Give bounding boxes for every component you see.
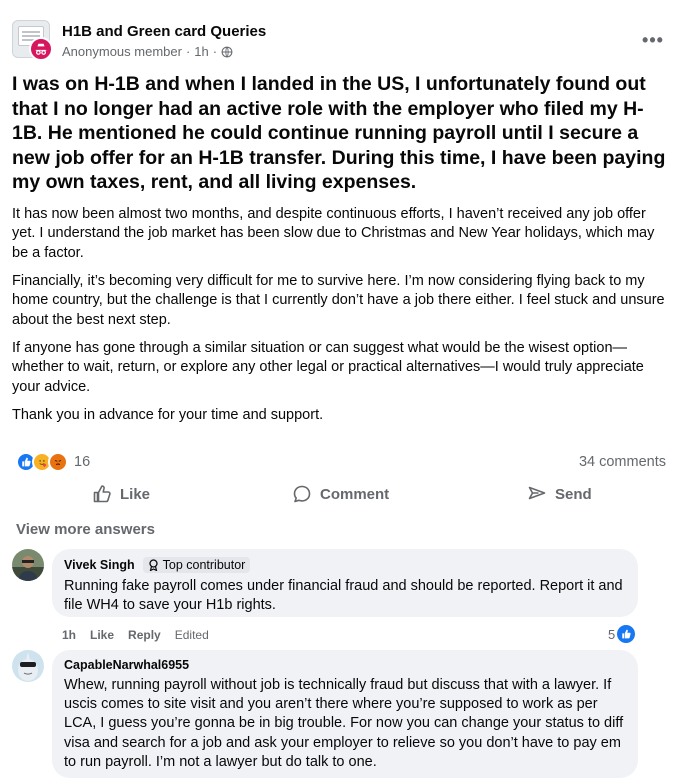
comment-button[interactable]: Comment	[292, 480, 389, 508]
post-paragraph: If anyone has gone through a similar sit…	[12, 340, 644, 395]
reactions-summary: 16 34 comments	[16, 452, 666, 474]
commenter-name[interactable]: CapableNarwhal6955	[64, 658, 189, 672]
anonymous-member-icon	[29, 37, 53, 61]
send-icon	[528, 486, 546, 500]
comment-item: Vivek Singh Top contributor Running fake…	[12, 549, 642, 649]
reaction-count[interactable]: 16	[74, 454, 90, 470]
send-button[interactable]: Send	[527, 480, 592, 508]
commenter-avatar[interactable]	[12, 650, 44, 682]
comments-count[interactable]: 34 comments	[579, 454, 666, 470]
top-contributor-badge[interactable]: Top contributor	[142, 557, 251, 573]
comment-bubble: CapableNarwhal6955 Whew, running payroll…	[52, 650, 638, 778]
meta-separator: ·	[212, 44, 218, 59]
comment-reply-link[interactable]: Reply	[128, 628, 161, 642]
thumbs-up-icon	[93, 485, 111, 503]
badge-label: Top contributor	[162, 558, 246, 572]
comment-edited-label: Edited	[174, 628, 209, 642]
commenter-avatar[interactable]	[12, 549, 44, 581]
post-action-bar: Like Comment Send	[12, 480, 667, 508]
award-icon	[148, 559, 158, 571]
post-meta: Anonymous member · 1h ·	[62, 44, 233, 59]
commenter-name[interactable]: Vivek Singh	[64, 558, 135, 572]
commenter-name-row: Vivek Singh Top contributor	[64, 557, 626, 573]
comment-meta: 1h Like Reply Edited	[62, 628, 209, 642]
comment-text: Whew, running payroll without job is tec…	[64, 677, 624, 770]
post-paragraph: Financially, it’s becoming very difficul…	[12, 273, 665, 328]
post-headline: I was on H-1B and when I landed in the U…	[12, 73, 666, 193]
group-name[interactable]: H1B and Green card Queries	[62, 23, 266, 40]
comment-text: Running fake payroll comes under financi…	[64, 578, 623, 614]
comment-like-link[interactable]: Like	[90, 628, 114, 642]
comment-item: CapableNarwhal6955 Whew, running payroll…	[12, 650, 642, 780]
like-reaction-icon	[617, 625, 636, 643]
meta-separator: ·	[185, 44, 191, 59]
comment-reaction-count: 5	[608, 626, 616, 642]
comment-time[interactable]: 1h	[62, 628, 76, 642]
like-button[interactable]: Like	[92, 480, 150, 508]
post-paragraph: Thank you in advance for your time and s…	[12, 407, 324, 423]
like-label: Like	[120, 485, 151, 503]
comment-bubble: Vivek Singh Top contributor Running fake…	[52, 549, 638, 617]
commenter-name-row: CapableNarwhal6955	[64, 658, 626, 672]
reaction-icons[interactable]	[16, 452, 68, 472]
post-header: H1B and Green card Queries Anonymous mem…	[12, 18, 667, 64]
comment-icon	[293, 485, 311, 503]
more-options-button[interactable]: •••	[639, 30, 667, 50]
send-label: Send	[555, 485, 592, 503]
post-time[interactable]: 1h	[194, 44, 208, 59]
author-name[interactable]: Anonymous member	[62, 44, 182, 59]
post-paragraph: It has now been almost two months, and d…	[12, 206, 655, 261]
comment-reactions[interactable]: 5	[608, 625, 636, 643]
globe-icon	[221, 46, 233, 57]
comment-label: Comment	[320, 485, 390, 503]
angry-reaction-icon	[48, 452, 68, 472]
view-more-answers-link[interactable]: View more answers	[16, 521, 155, 538]
